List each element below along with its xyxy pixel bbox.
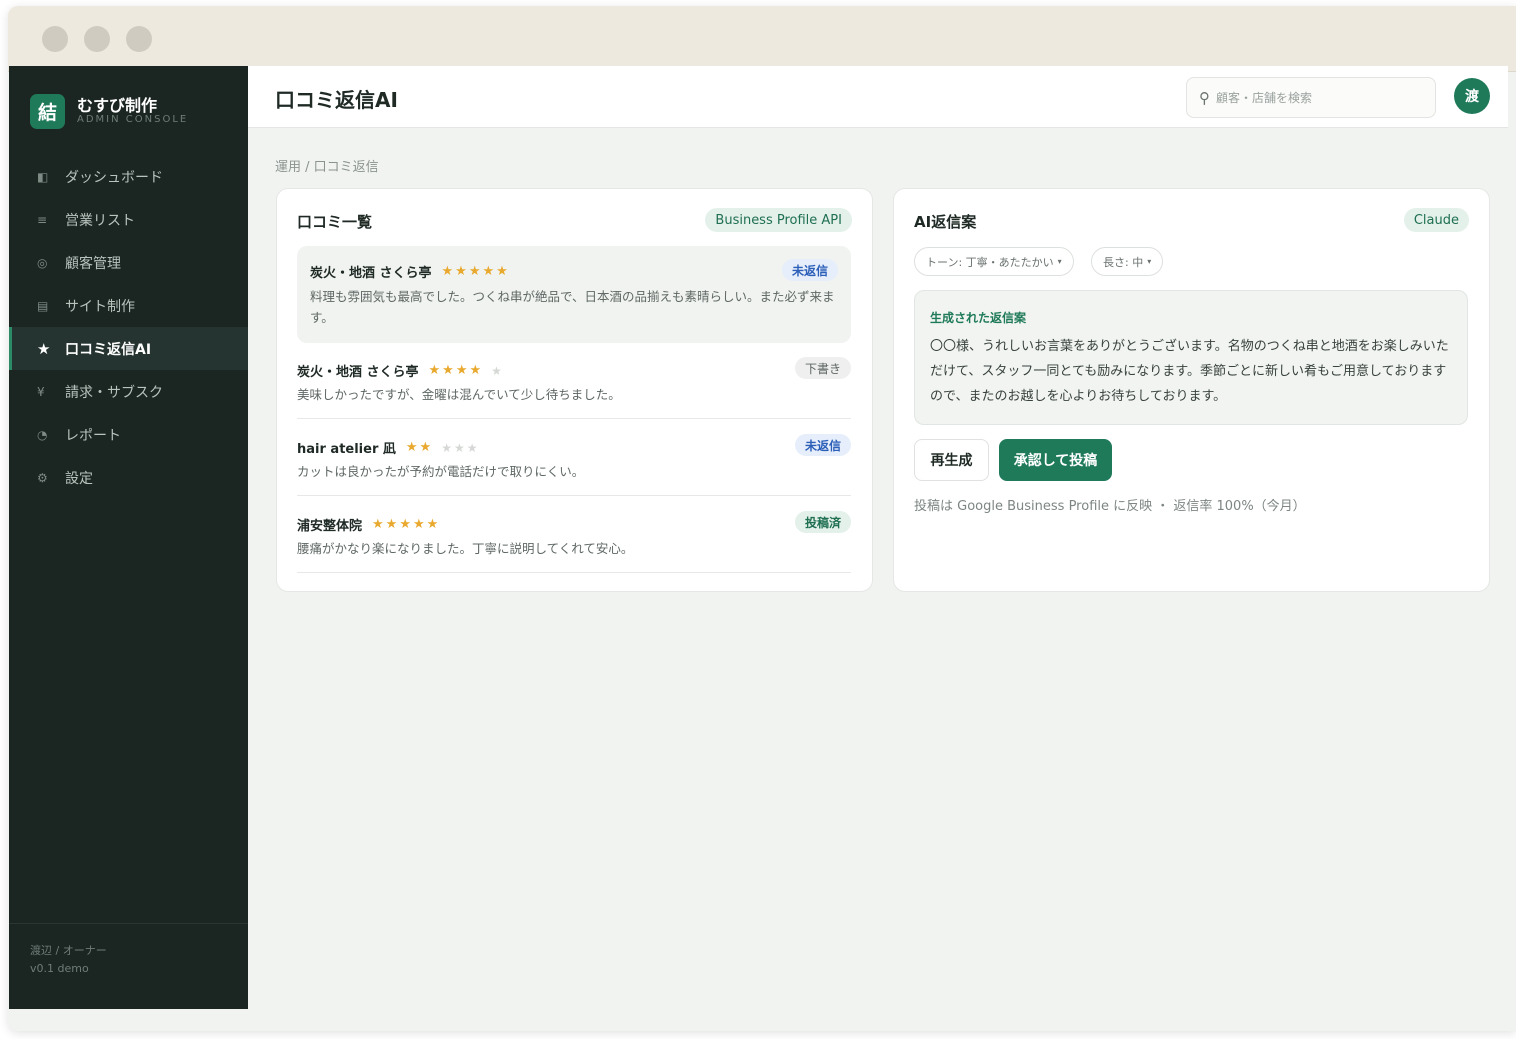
reviews-card-title: 口コミ一覧 [297, 213, 373, 231]
page-title: 口コミ返信AI [275, 88, 398, 112]
review-header: 炭火・地酒 さくら亭 ★★★★★ [310, 262, 510, 281]
current-user: 渡辺 / オーナー [30, 944, 107, 957]
divider [297, 418, 851, 419]
status-badge: 未返信 [794, 434, 851, 456]
sidebar-nav: ◧ ダッシュボード ≡ 営業リスト ◎ 顧客管理 ▤ サイト制作 ★ 口コミ返信… [9, 155, 248, 499]
list-icon: ≡ [37, 212, 48, 227]
ai-reply-card-title: AI返信案 [914, 213, 977, 231]
dashboard-icon: ◧ [37, 169, 49, 184]
length-dropdown[interactable]: 長さ: 中 ▾ [1091, 247, 1164, 276]
review-header: 浦安整体院 ★★★★★ [297, 515, 440, 534]
source-badge: Business Profile API [705, 208, 852, 232]
status-badge: 下書き [794, 357, 851, 379]
sidebar-item-sales-list[interactable]: ≡ 営業リスト [9, 198, 248, 241]
chevron-down-icon: ▾ [1147, 257, 1152, 266]
sidebar-item-label: 請求・サブスク [65, 384, 163, 401]
search-box[interactable]: ⚲ [1186, 77, 1436, 118]
sidebar-item-customers[interactable]: ◎ 顧客管理 [9, 241, 248, 284]
divider [297, 572, 851, 573]
report-icon: ◔ [37, 427, 48, 442]
sidebar-item-label: ダッシュボード [65, 169, 163, 186]
breadcrumb: 運用 / 口コミ返信 [275, 160, 379, 175]
sidebar: 結 むすび制作 ADMIN CONSOLE ◧ ダッシュボード ≡ 営業リスト … [9, 66, 248, 1009]
review-empty-stars: ★ [491, 363, 504, 378]
ai-reply-card: AI返信案 Claude トーン: 丁寧・あたたかい ▾ 長さ: 中 ▾ 生成さ… [893, 188, 1490, 592]
generated-reply-box[interactable]: 生成された返信案 〇〇様、うれしいお言葉をありがとうございます。名物のつくね串と… [914, 290, 1468, 425]
approve-and-post-button[interactable]: 承認して投稿 [999, 439, 1112, 481]
review-stars: ★★★★ [428, 363, 484, 378]
sidebar-item-label: 顧客管理 [65, 255, 121, 272]
review-header: hair atelier 凪 ★★ ★★★ [297, 438, 479, 457]
brand-name: むすび制作 [77, 96, 158, 115]
sidebar-item-dashboard[interactable]: ◧ ダッシュボード [9, 155, 248, 198]
site-icon: ▤ [37, 298, 49, 313]
brand-logo: 結 [30, 94, 65, 129]
yen-icon: ¥ [37, 384, 45, 399]
sidebar-item-label: 営業リスト [65, 212, 135, 229]
app-version: v0.1 demo [30, 962, 89, 975]
reviews-card: 口コミ一覧 Business Profile API 炭火・地酒 さくら亭 ★★… [276, 188, 873, 592]
sidebar-item-label: 設定 [65, 470, 93, 487]
divider [297, 495, 851, 496]
tone-dropdown-label: トーン: 丁寧・あたたかい [926, 255, 1054, 269]
topbar: 口コミ返信AI ⚲ 渡 [248, 66, 1508, 128]
status-badge: 投稿済 [794, 511, 851, 533]
sidebar-footer: 渡辺 / オーナー v0.1 demo [9, 923, 248, 1009]
chevron-down-icon: ▾ [1057, 257, 1062, 266]
review-stars: ★★★★★ [441, 264, 510, 279]
sidebar-item-review-reply-ai[interactable]: ★ 口コミ返信AI [9, 327, 248, 370]
tone-dropdown[interactable]: トーン: 丁寧・あたたかい ▾ [914, 247, 1074, 276]
sidebar-item-billing[interactable]: ¥ 請求・サブスク [9, 370, 248, 413]
review-shop-name: 炭火・地酒 さくら亭 [310, 266, 432, 281]
review-item[interactable]: 浦安整体院 ★★★★★ 投稿済 腰痛がかなり楽になりました。丁寧に説明してくれて… [297, 511, 851, 571]
length-dropdown-label: 長さ: 中 [1103, 255, 1144, 269]
model-badge: Claude [1403, 208, 1469, 232]
window-titlebar [8, 6, 1516, 72]
window-minimize-dot[interactable] [84, 26, 110, 52]
generated-reply-text[interactable]: 〇〇様、うれしいお言葉をありがとうございます。名物のつくね串と地酒をお楽しみいた… [930, 334, 1456, 409]
sidebar-item-site-builder[interactable]: ▤ サイト制作 [9, 284, 248, 327]
gear-icon: ⚙ [37, 470, 48, 485]
status-badge: 未返信 [781, 259, 838, 281]
search-icon: ⚲ [1199, 88, 1210, 107]
sidebar-item-label: 口コミ返信AI [65, 341, 152, 358]
review-item[interactable]: hair atelier 凪 ★★ ★★★ 未返信 カットは良かったが予約が電話… [297, 434, 851, 494]
avatar[interactable]: 渡 [1454, 78, 1490, 114]
review-item[interactable]: 炭火・地酒 さくら亭 ★★★★★ 未返信 料理も雰囲気も最高でした。つくね串が絶… [297, 246, 851, 343]
brand-subtitle: ADMIN CONSOLE [77, 114, 189, 125]
customer-icon: ◎ [37, 255, 48, 270]
search-input[interactable] [1216, 90, 1406, 105]
window-maximize-dot[interactable] [126, 26, 152, 52]
star-icon: ★ [37, 339, 51, 358]
review-text: カットは良かったが予約が電話だけで取りにくい。 [297, 464, 585, 479]
review-shop-name: 炭火・地酒 さくら亭 [297, 365, 419, 380]
sidebar-item-label: サイト制作 [65, 298, 135, 315]
review-text: 料理も雰囲気も最高でした。つくね串が絶品で、日本酒の品揃えも素晴らしい。また必ず… [310, 289, 835, 325]
sidebar-item-reports[interactable]: ◔ レポート [9, 413, 248, 456]
regenerate-button[interactable]: 再生成 [914, 439, 989, 481]
review-text: 美味しかったですが、金曜は混んでいて少し待ちました。 [297, 387, 621, 402]
generated-reply-label: 生成された返信案 [930, 311, 1027, 325]
review-stars: ★★ [405, 440, 434, 455]
review-shop-name: hair atelier 凪 [297, 442, 396, 457]
review-stars: ★★★★★ [372, 517, 441, 532]
review-header: 炭火・地酒 さくら亭 ★★★★ ★ [297, 361, 504, 380]
review-empty-stars: ★★★ [441, 440, 480, 455]
sidebar-item-label: レポート [65, 427, 121, 444]
brand[interactable]: 結 むすび制作 ADMIN CONSOLE [30, 90, 240, 130]
post-footnote: 投稿は Google Business Profile に反映 ・ 返信率 10… [914, 499, 1306, 514]
review-item[interactable]: 炭火・地酒 さくら亭 ★★★★ ★ 下書き 美味しかったですが、金曜は混んでいて… [297, 357, 851, 417]
review-shop-name: 浦安整体院 [297, 519, 363, 534]
window-close-dot[interactable] [42, 26, 68, 52]
review-text: 腰痛がかなり楽になりました。丁寧に説明してくれて安心。 [297, 541, 634, 556]
sidebar-item-settings[interactable]: ⚙ 設定 [9, 456, 248, 499]
